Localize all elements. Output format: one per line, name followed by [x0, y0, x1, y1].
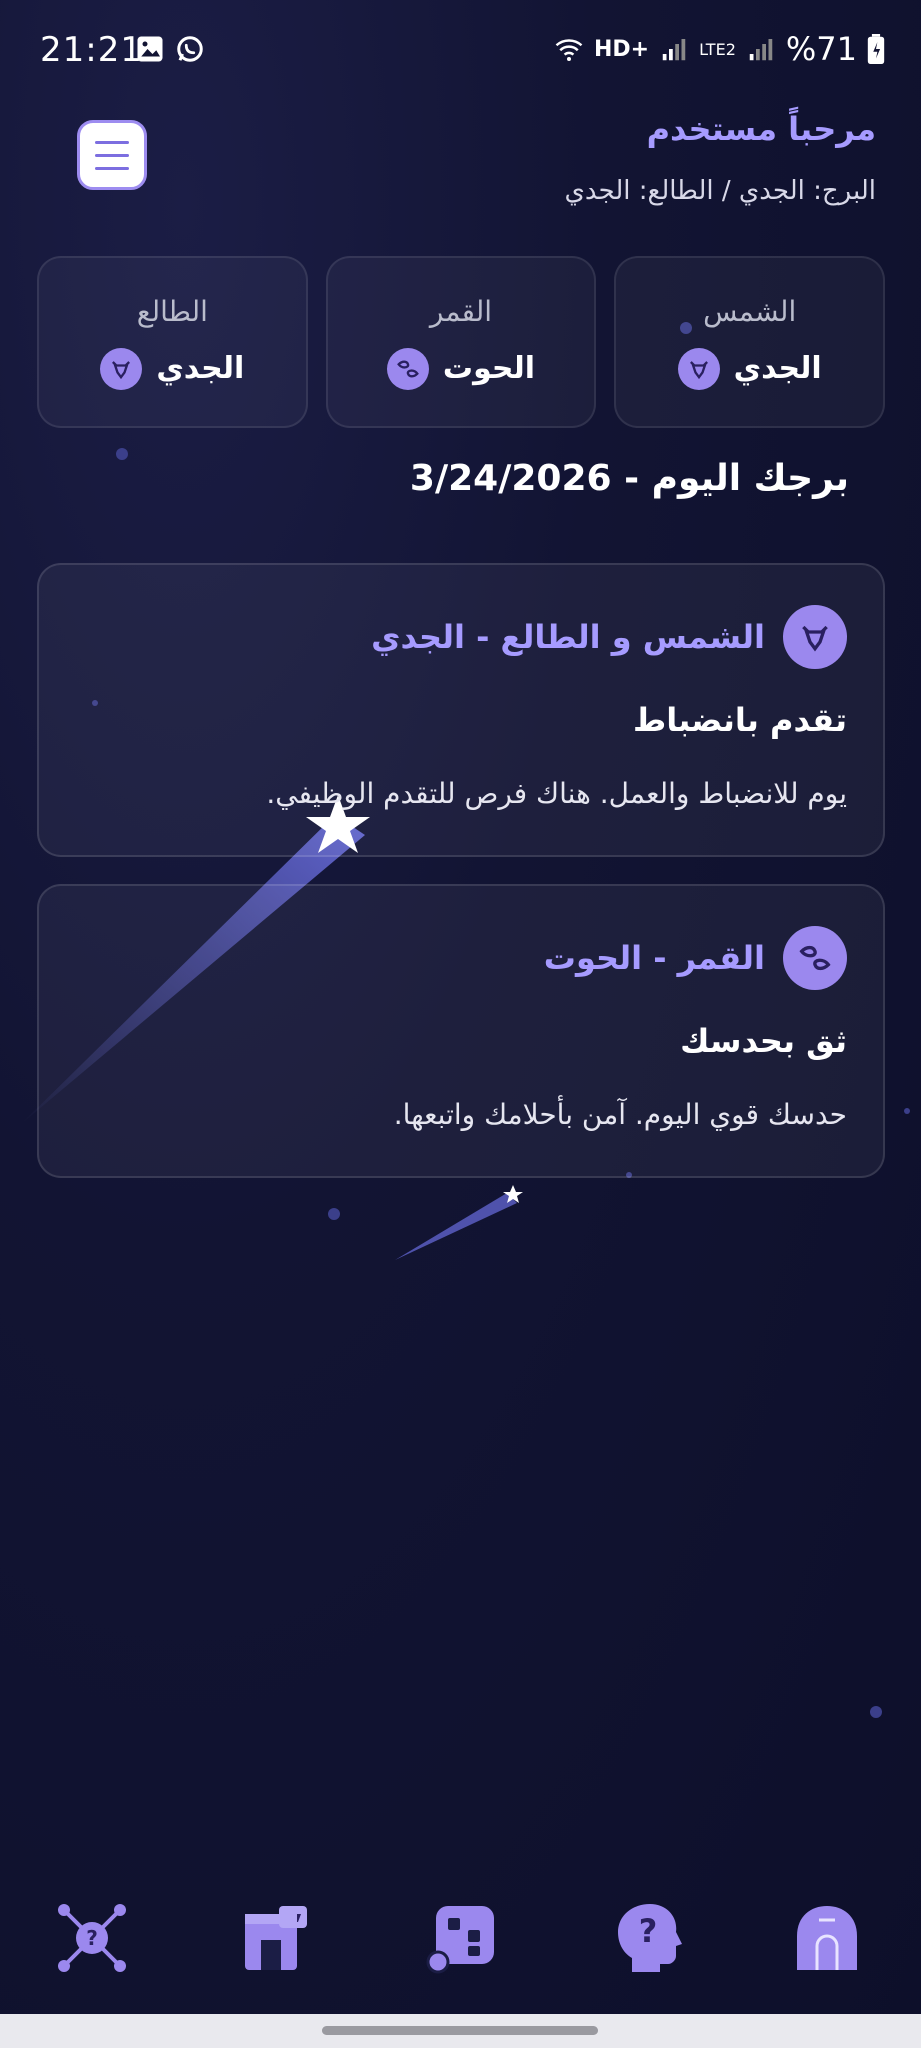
- menu-icon-line: [95, 166, 129, 170]
- battery-percent: %71: [785, 30, 857, 68]
- menu-icon-line: [95, 140, 129, 144]
- home-gesture-pill[interactable]: [322, 2026, 598, 2035]
- ascendant-label: الطالع: [136, 294, 208, 328]
- gallery-icon: [137, 36, 163, 62]
- bottom-nav: ? ?: [0, 1888, 921, 1998]
- network-type: HD+: [593, 36, 650, 62]
- sun-label: الشمس: [703, 294, 797, 328]
- network-question-icon: ?: [58, 1904, 126, 1972]
- ascendant-value: الجدي: [156, 351, 245, 386]
- horoscope-text: يوم للانضباط والعمل. هناك فرص للتقدم الو…: [266, 777, 847, 810]
- today-title: برجك اليوم - 3/24/2026: [409, 458, 849, 499]
- horoscope-heading: تقدم بانضباط: [632, 701, 847, 739]
- status-bar: 21:21 HD+ LTE2 %71: [0, 0, 921, 100]
- moon-sign-card[interactable]: القمر الحوت: [325, 256, 597, 428]
- head-question-icon: ?: [618, 1904, 682, 1972]
- capricorn-icon: [677, 347, 720, 390]
- gesture-bar: [0, 2014, 921, 2048]
- menu-button[interactable]: [77, 120, 147, 190]
- horoscope-card[interactable]: الشمس و الطالع - الجدي تقدم بانضباط يوم …: [37, 563, 885, 857]
- horoscope-text: حدسك قوي اليوم. آمن بأحلامك واتبعها.: [393, 1098, 847, 1131]
- sun-sign-card[interactable]: الشمس الجدي: [614, 256, 885, 428]
- signal-icon: [662, 39, 686, 61]
- home-icon: [797, 1906, 857, 1970]
- nav-questions[interactable]: ?: [600, 1888, 700, 1988]
- status-time: 21:21: [40, 30, 143, 70]
- nav-apps[interactable]: [412, 1888, 512, 1988]
- menu-icon-line: [95, 153, 129, 157]
- whatsapp-icon: [177, 36, 203, 62]
- lte-label: LTE2: [699, 39, 736, 59]
- sign-subtitle: البرج: الجدي / الطالع: الجدي: [564, 176, 876, 206]
- svg-text:?: ?: [86, 1926, 98, 1950]
- welcome-title: مرحباً مستخدم: [646, 110, 876, 148]
- apps-icon: [426, 1906, 494, 1974]
- svg-text:?: ?: [639, 1912, 658, 1950]
- star-dot: [116, 448, 128, 460]
- signal-icon-2: [749, 39, 773, 61]
- shooting-star-small: [395, 1185, 523, 1260]
- store-icon: [245, 1906, 307, 1970]
- nav-store[interactable]: [225, 1888, 325, 1988]
- star-dot: [904, 1108, 910, 1114]
- battery-icon: [867, 34, 885, 64]
- star-dot: [870, 1706, 882, 1718]
- moon-value: الحوت: [442, 351, 536, 386]
- sign-cards: الشمس الجدي القمر الحوت الطالع الجدي: [36, 256, 885, 428]
- star-dot: [328, 1208, 340, 1220]
- nav-network[interactable]: ?: [42, 1888, 142, 1988]
- nav-home[interactable]: [777, 1888, 877, 1988]
- wifi-icon: [555, 39, 583, 61]
- capricorn-icon: [100, 347, 143, 390]
- pisces-icon: [386, 347, 429, 390]
- ascendant-sign-card[interactable]: الطالع الجدي: [36, 256, 308, 428]
- horoscope-heading: ثق بحدسك: [680, 1022, 847, 1060]
- pisces-icon: [783, 926, 847, 990]
- moon-label: القمر: [429, 294, 493, 328]
- capricorn-icon: [783, 605, 847, 669]
- horoscope-title: الشمس و الطالع - الجدي: [371, 618, 765, 656]
- horoscope-card[interactable]: القمر - الحوت ثق بحدسك حدسك قوي اليوم. آ…: [37, 884, 885, 1178]
- sun-value: الجدي: [733, 351, 822, 386]
- horoscope-title: القمر - الحوت: [543, 939, 765, 977]
